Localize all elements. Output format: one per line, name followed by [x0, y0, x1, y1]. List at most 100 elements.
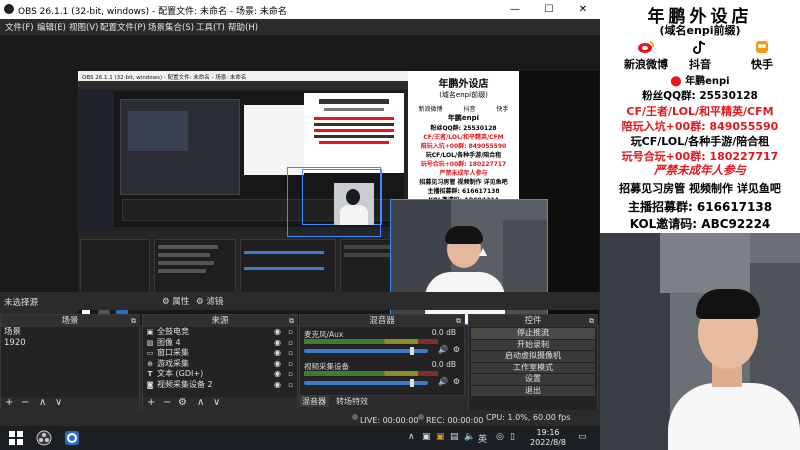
preview-canvas[interactable]: OBS 26.1.1 (32-bit, windows) - 配置文件: 未命名…: [78, 71, 599, 325]
volume-slider-handle[interactable]: [410, 379, 414, 387]
source-properties-gear-icon[interactable]: ⚙: [178, 397, 187, 408]
filter-icon: ⚙: [196, 297, 207, 307]
status-bar: LIVE: 00:00:00 REC: 00:00:00 CPU: 1.0%, …: [0, 410, 600, 426]
filters-button[interactable]: ⚙ 滤镜: [192, 294, 227, 308]
lock-icon[interactable]: ▫: [288, 380, 293, 391]
gear-icon[interactable]: ⚙: [453, 345, 460, 354]
poster-name-text: 年鹏enpi: [685, 76, 730, 87]
exit-button[interactable]: 退出: [471, 385, 595, 396]
preview-poster-line: 陪玩入坑+00群: 849055590: [420, 143, 507, 150]
source-item[interactable]: ⊕ 游戏采集 ◉ ▫: [143, 359, 297, 370]
scenes-dock: 场景 ⧉ 场景 1920 + − ∧ ∨: [0, 314, 140, 412]
source-item[interactable]: ▭ 窗口采集 ◉ ▫: [143, 348, 297, 359]
browser-taskbar-icon[interactable]: [64, 430, 80, 446]
tray-icon-3[interactable]: ◎: [496, 432, 504, 442]
sources-dock: 来源 ⧉ ▣ 全鼓电竞 ◉ ▫ ▨ 图像 4 ◉ ▫ ▭ 窗口采集 ◉ ▫ ⊕ 游戏采集 ◉ ▫ T 文本 …: [142, 314, 298, 412]
live-indicator-icon: [352, 414, 358, 420]
eye-icon[interactable]: ◉: [274, 369, 281, 380]
studio-mode-button[interactable]: 工作室模式: [471, 362, 595, 373]
source-item[interactable]: T 文本 (GDI+) ◉ ▫: [143, 369, 297, 380]
remove-scene-icon[interactable]: −: [21, 397, 29, 408]
move-down-icon[interactable]: ∨: [55, 397, 62, 408]
remove-source-icon[interactable]: −: [163, 397, 171, 408]
menu-file[interactable]: 文件(F): [5, 21, 34, 33]
start-virtual-camera-button[interactable]: 启动虚拟摄像机: [471, 351, 595, 362]
game-capture-icon: ⊕: [147, 359, 153, 368]
scene-item[interactable]: 1920: [1, 338, 139, 349]
menu-profile[interactable]: 配置文件(P): [100, 21, 146, 33]
webcam-feed: [600, 233, 800, 450]
preview-poster-title: 年鹏外设店: [438, 79, 489, 90]
tray-app2-icon[interactable]: ▣: [436, 432, 445, 442]
source-label: 全鼓电竞: [157, 327, 189, 336]
tray-icon-4[interactable]: ▯: [510, 432, 515, 442]
properties-button[interactable]: ⚙ 属性: [158, 294, 193, 308]
window-title: OBS 26.1.1 (32-bit, windows) - 配置文件: 未命名…: [18, 7, 287, 17]
tray-app-icon[interactable]: ▣: [422, 432, 431, 442]
lock-icon[interactable]: ▫: [288, 348, 293, 359]
lock-icon[interactable]: ▫: [288, 369, 293, 380]
tab-mixer[interactable]: 混音器: [299, 396, 329, 407]
lock-icon[interactable]: ▫: [288, 338, 293, 349]
info-poster: 年鹏外设店 (域名enpi前缀) 新浪微博 抖音 快手 ⬤ 年鹏enpi 粉丝Q…: [600, 0, 800, 233]
volume-slider-handle[interactable]: [410, 347, 414, 355]
move-up-icon[interactable]: ∧: [39, 397, 46, 408]
preview-area[interactable]: OBS 26.1.1 (32-bit, windows) - 配置文件: 未命名…: [0, 35, 600, 325]
add-source-icon[interactable]: +: [147, 397, 155, 408]
dock-float-icon[interactable]: ⧉: [131, 315, 136, 327]
speaker-icon[interactable]: 🔊: [438, 377, 448, 386]
weibo-icon: [637, 40, 655, 54]
speaker-icon[interactable]: 🔊: [438, 345, 448, 354]
close-button[interactable]: ✕: [566, 0, 600, 19]
window-capture-icon: ▭: [146, 349, 154, 357]
source-item[interactable]: ▣ 全鼓电竞 ◉ ▫: [143, 327, 297, 338]
eye-icon[interactable]: ◉: [274, 380, 281, 391]
nested-menu: [78, 81, 408, 89]
person-hair: [696, 289, 760, 319]
clock[interactable]: 19:16 2022/8/8: [528, 428, 568, 448]
menu-edit[interactable]: 编辑(E): [37, 21, 66, 33]
source-item[interactable]: ▨ 图像 4 ◉ ▫: [143, 338, 297, 349]
input-method-icon[interactable]: 英: [478, 432, 487, 445]
preview-poster-line: 招募见习房管 视频制作 详见鱼吧: [419, 179, 508, 186]
gear-icon[interactable]: ⚙: [453, 377, 460, 386]
eye-icon[interactable]: ◉: [274, 348, 281, 359]
obs-taskbar-icon[interactable]: [36, 430, 52, 446]
tray-expand-icon[interactable]: ∧: [408, 432, 415, 442]
start-recording-button[interactable]: 开始录制: [471, 339, 595, 350]
tab-transitions[interactable]: 转场特效: [333, 396, 371, 407]
eye-icon[interactable]: ◉: [274, 338, 281, 349]
source-label: 图像 4: [157, 337, 181, 347]
rec-time: REC: 00:00:00: [426, 416, 484, 425]
minimize-button[interactable]: —: [498, 0, 532, 19]
dock-float-icon[interactable]: ⧉: [289, 315, 294, 327]
windows-start-icon[interactable]: [8, 430, 24, 446]
selection-box[interactable]: [287, 167, 381, 237]
menu-scene-collection[interactable]: 场景集合(S): [148, 21, 194, 33]
stop-streaming-button[interactable]: 停止推流: [471, 328, 595, 339]
volume-icon[interactable]: 🔈: [464, 432, 475, 442]
sources-toolbar: + − ⚙ ∧ ∨: [143, 397, 297, 411]
scene-item[interactable]: 场景: [1, 327, 139, 338]
source-item[interactable]: ◙ 视频采集设备 2 ◉ ▫: [143, 380, 297, 391]
title-bar[interactable]: OBS 26.1.1 (32-bit, windows) - 配置文件: 未命名…: [0, 0, 600, 19]
menu-help[interactable]: 帮助(H): [228, 21, 258, 33]
poster-name: ⬤ 年鹏enpi: [600, 72, 800, 87]
mixer-dock: 混音器 ⧉ 麦克风/Aux 0.0 dB 🔊 ⚙ 视频采集设备 0.0 dB 🔊 …: [299, 314, 465, 396]
dock-float-icon[interactable]: ⧉: [456, 315, 461, 327]
dock-float-icon[interactable]: ⧉: [589, 315, 594, 327]
eye-icon[interactable]: ◉: [274, 359, 281, 370]
maximize-button[interactable]: ☐: [532, 0, 566, 19]
add-scene-icon[interactable]: +: [5, 397, 13, 408]
filters-label: 滤镜: [206, 297, 224, 307]
eye-icon[interactable]: ◉: [274, 327, 281, 338]
lock-icon[interactable]: ▫: [288, 359, 293, 370]
settings-button[interactable]: 设置: [471, 374, 595, 385]
menu-tools[interactable]: 工具(T): [196, 21, 225, 33]
notification-icon[interactable]: ▭: [578, 432, 587, 442]
network-icon[interactable]: ▤: [450, 432, 459, 442]
move-up-icon[interactable]: ∧: [197, 397, 204, 408]
lock-icon[interactable]: ▫: [288, 327, 293, 338]
menu-view[interactable]: 视图(V): [69, 21, 98, 33]
move-down-icon[interactable]: ∨: [213, 397, 220, 408]
